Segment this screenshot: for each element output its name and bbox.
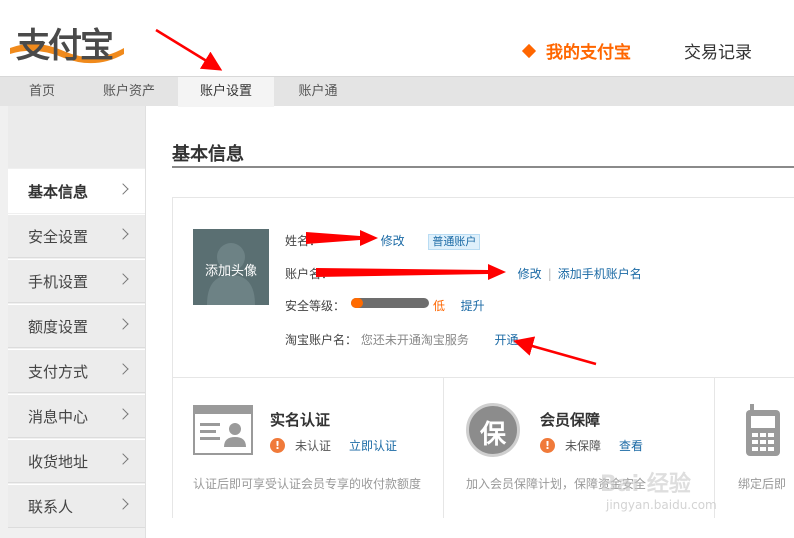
sub-navigation: 首页 账户资产 账户设置 账户通 [0,76,794,107]
chevron-right-icon [117,273,129,285]
member-protection-status-text: 未保障 [565,439,602,453]
security-level-bar [351,298,429,308]
sidebar-item-security[interactable]: 安全设置 [8,214,145,258]
warning-icon: ! [270,438,285,453]
verify-now-link[interactable]: 立即认证 [349,437,397,454]
real-name-card-title: 实名认证 [270,411,331,429]
header: 支付宝 我的支付宝 交易记录 [0,0,794,76]
card-divider [443,377,444,518]
sidebar-item-label: 安全设置 [28,227,89,246]
subnav-assets[interactable]: 账户资产 [84,77,174,107]
sidebar-item-label: 联系人 [28,497,74,516]
warning-icon: ! [540,438,555,453]
taobao-label: 淘宝账户名： [285,333,358,347]
nav-my-alipay[interactable]: 我的支付宝 [521,38,631,63]
phone-binding-desc: 绑定后即 [738,477,787,491]
real-name-desc: 认证后即可享受认证会员专享的收付款额度 [193,477,422,491]
page-title: 基本信息 [172,144,244,165]
sidebar-item-address[interactable]: 收货地址 [8,439,145,483]
chevron-right-icon [117,363,129,375]
chevron-right-icon [117,408,129,420]
security-row: 安全等级： [285,297,345,314]
sidebar-item-label: 支付方式 [28,362,89,381]
add-avatar-label: 添加头像 [204,264,257,279]
taobao-row: 淘宝账户名： 您还未开通淘宝服务 开通 [285,331,519,348]
sidebar-item-label: 消息中心 [28,407,89,426]
security-upgrade-link[interactable]: 提升 [461,299,485,313]
account-row: 账户名： 修改 | 添加手机账户名 [285,267,642,281]
nav-trade-records[interactable]: 交易记录 [684,38,752,63]
sidebar-item-phone[interactable]: 手机设置 [8,259,145,303]
card-divider [714,377,715,518]
alipay-logo[interactable]: 支付宝 [6,8,126,66]
protection-shield-icon: 保 [466,403,520,457]
view-protection-link[interactable]: 查看 [619,437,643,454]
security-value: 低 [433,299,446,313]
member-protection-status: ! 未保障 查看 [540,437,643,454]
id-card-icon [193,405,253,455]
subnav-home[interactable]: 首页 [0,77,84,107]
chevron-right-icon [117,228,129,240]
sidebar-item-label: 基本信息 [28,182,89,201]
sidebar-item-label: 收货地址 [28,452,89,471]
member-protection-card-title: 会员保障 [540,411,601,429]
logo-text: 支付宝 [16,26,114,66]
sidebar-item-messages[interactable]: 消息中心 [8,394,145,438]
name-edit-link[interactable]: 修改 [381,234,405,248]
account-label: 账户名： [285,267,334,281]
chevron-right-icon [117,498,129,510]
sidebar-item-contacts[interactable]: 联系人 [8,484,145,528]
security-level-fill [351,298,363,308]
sidebar-item-label: 额度设置 [28,317,89,336]
baidu-watermark: Bai 经验 [600,472,691,497]
sidebar-item-limit[interactable]: 额度设置 [8,304,145,348]
sidebar-item-label: 手机设置 [28,272,89,291]
chevron-right-icon [117,453,129,465]
sidebar-top-pad [8,106,145,168]
name-row: 姓名： 修改 普通账户 [285,232,481,250]
subnav-account-link[interactable]: 账户通 [278,77,358,107]
account-edit-link[interactable]: 修改 [518,267,542,281]
name-label: 姓名： [285,234,322,248]
chevron-right-icon [117,183,129,195]
account-type-badge: 普通账户 [428,234,481,250]
diamond-icon [521,43,537,58]
add-phone-account-link[interactable]: 添加手机账户名 [558,267,642,281]
mobile-phone-icon [746,404,780,456]
security-label: 安全等级： [285,299,346,313]
real-name-status: ! 未认证 立即认证 [270,437,397,454]
title-divider [172,166,794,168]
nav-my-alipay-label: 我的支付宝 [546,43,631,63]
chevron-right-icon [117,318,129,330]
avatar[interactable]: 添加头像 [193,229,269,305]
subnav-account-settings[interactable]: 账户设置 [178,77,274,107]
taobao-status: 您还未开通淘宝服务 [360,333,469,347]
security-value-row: 低 提升 [433,297,485,314]
sidebar-item-basic-info[interactable]: 基本信息 [8,169,145,213]
sidebar-item-payment[interactable]: 支付方式 [8,349,145,393]
real-name-status-text: 未认证 [295,439,332,453]
baidu-watermark-url: jingyan.baidu.com [606,498,717,512]
taobao-open-link[interactable]: 开通 [495,333,519,347]
